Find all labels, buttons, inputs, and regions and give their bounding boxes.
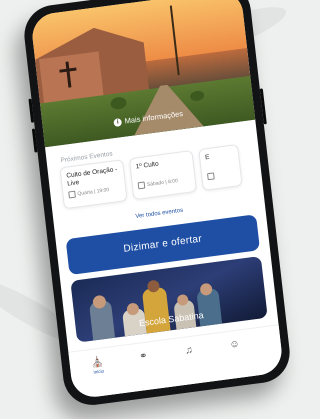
info-icon: i <box>113 118 123 128</box>
event-card[interactable]: Culto de Oração - Live Quarta | 19:00 <box>59 159 128 210</box>
power-button <box>259 88 267 125</box>
tab-profile[interactable]: ☺ <box>220 337 249 353</box>
event-meta: Sábado | 8:00 <box>137 176 190 190</box>
calendar-icon <box>207 172 215 181</box>
event-meta-text: Sábado | 8:00 <box>146 178 179 189</box>
event-card[interactable]: 1º Culto Sábado | 8:00 <box>128 150 198 201</box>
profile-icon: ☺ <box>228 338 241 351</box>
calendar-icon <box>68 190 76 199</box>
phone-mockup: i Mais informações Próximos Eventos Culto… <box>21 0 320 413</box>
event-name: E <box>204 153 210 162</box>
tab-community[interactable]: ⚭ <box>129 349 158 365</box>
tab-music[interactable]: ♫ <box>174 343 203 359</box>
event-card[interactable]: E <box>198 144 243 191</box>
app-screen: i Mais informações Próximos Eventos Culto… <box>30 0 284 400</box>
volume-button <box>31 128 38 153</box>
calendar-icon <box>137 181 146 190</box>
volume-button <box>28 98 35 123</box>
event-meta <box>207 170 236 181</box>
event-meta-text: Quarta | 19:00 <box>77 187 110 198</box>
hero-banner[interactable]: i Mais informações <box>30 0 256 148</box>
tab-home[interactable]: ⛪ Início <box>83 355 113 376</box>
music-icon: ♫ <box>184 344 194 357</box>
event-name: 1º Culto <box>135 160 160 171</box>
community-icon: ⚭ <box>138 350 149 363</box>
phone-body: i Mais informações Próximos Eventos Culto… <box>21 0 293 409</box>
